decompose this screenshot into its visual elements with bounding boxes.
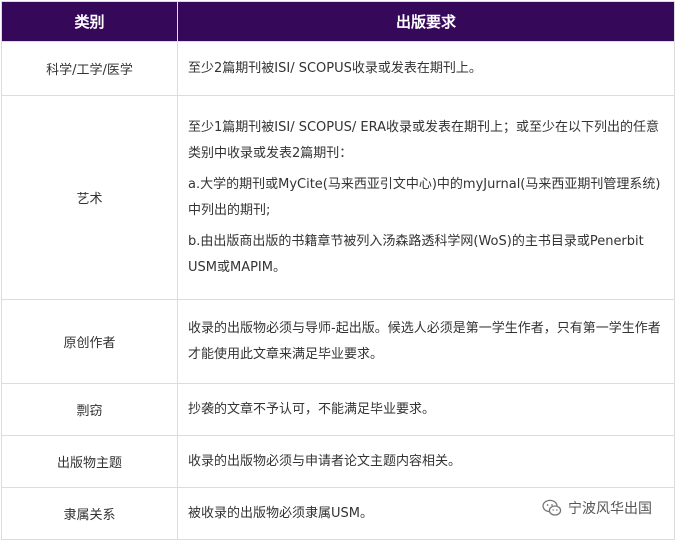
header-category: 类别 <box>1 1 178 42</box>
category-cell: 隶属关系 <box>1 487 178 540</box>
requirement-text: b.由出版商出版的书籍章节被列入汤森路透科学网(WoS)的主书目录或Penerb… <box>188 233 644 275</box>
requirement-text: 抄袭的文章不予认可，不能满足毕业要求。 <box>188 401 436 417</box>
requirement-cell: 收录的出版物必须与申请者论文主题内容相关。 <box>177 435 675 488</box>
publication-requirements-table: 类别 出版要求 科学/工学/医学 至少2篇期刊被ISI/ SCOPUS收录或发表… <box>1 1 675 540</box>
requirement-text: a.大学的期刊或MyCite(马来西亚引文中心)中的myJurnal(马来西亚期… <box>188 176 661 218</box>
category-cell: 艺术 <box>1 95 178 300</box>
header-requirement: 出版要求 <box>177 1 675 42</box>
table-row: 出版物主题 收录的出版物必须与申请者论文主题内容相关。 <box>1 435 675 488</box>
category-cell: 剽窃 <box>1 383 178 436</box>
category-cell: 出版物主题 <box>1 435 178 488</box>
table-row: 科学/工学/医学 至少2篇期刊被ISI/ SCOPUS收录或发表在期刊上。 <box>1 41 675 96</box>
table-row: 剽窃 抄袭的文章不予认可，不能满足毕业要求。 <box>1 383 675 436</box>
category-cell: 原创作者 <box>1 299 178 384</box>
requirement-cell: 至少2篇期刊被ISI/ SCOPUS收录或发表在期刊上。 <box>177 41 675 96</box>
watermark-text: 宁波风华出国 <box>568 501 652 517</box>
requirement-text: 至少1篇期刊被ISI/ SCOPUS/ ERA收录或发表在期刊上；或至少在以下列… <box>188 119 659 161</box>
table-row: 原创作者 收录的出版物必须与导师-起出版。候选人必须是第一学生作者，只有第一学生… <box>1 299 675 384</box>
requirement-cell: 收录的出版物必须与导师-起出版。候选人必须是第一学生作者，只有第一学生作者才能使… <box>177 299 675 384</box>
requirement-cell: 至少1篇期刊被ISI/ SCOPUS/ ERA收录或发表在期刊上；或至少在以下列… <box>177 95 675 300</box>
watermark: 宁波风华出国 <box>542 498 652 518</box>
header-row: 类别 出版要求 <box>1 1 675 42</box>
wechat-icon <box>542 499 562 517</box>
table-body: 科学/工学/医学 至少2篇期刊被ISI/ SCOPUS收录或发表在期刊上。 艺术… <box>1 41 675 540</box>
requirement-text: 收录的出版物必须与申请者论文主题内容相关。 <box>188 453 462 469</box>
requirement-text: 至少2篇期刊被ISI/ SCOPUS收录或发表在期刊上。 <box>188 60 482 76</box>
category-cell: 科学/工学/医学 <box>1 41 178 96</box>
table-row: 艺术 至少1篇期刊被ISI/ SCOPUS/ ERA收录或发表在期刊上；或至少在… <box>1 95 675 300</box>
table-header: 类别 出版要求 <box>1 1 675 42</box>
requirement-text: 收录的出版物必须与导师-起出版。候选人必须是第一学生作者，只有第一学生作者才能使… <box>188 320 661 362</box>
requirement-cell: 抄袭的文章不予认可，不能满足毕业要求。 <box>177 383 675 436</box>
